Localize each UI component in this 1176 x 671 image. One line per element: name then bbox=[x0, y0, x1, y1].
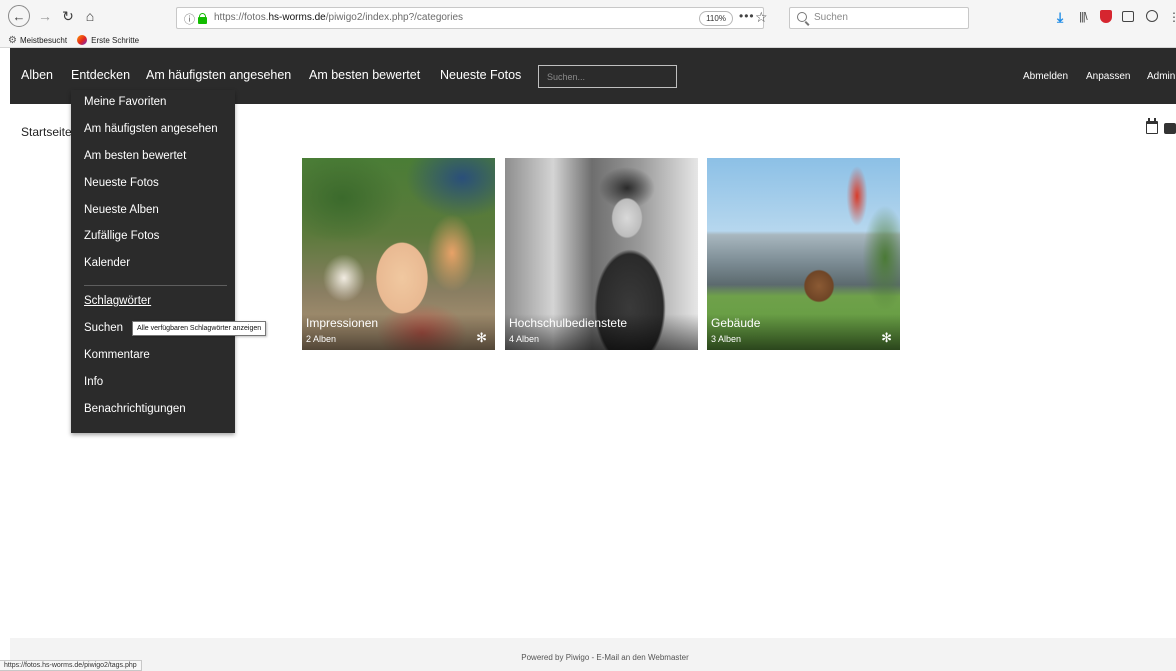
url-prefix: https://fotos. bbox=[214, 12, 269, 23]
album-name[interactable]: Gebäude bbox=[711, 316, 760, 330]
dropdown-item-info[interactable]: Info bbox=[84, 376, 103, 388]
album-count: 4 Alben bbox=[509, 334, 540, 344]
library-icon[interactable]: |||\ bbox=[1079, 9, 1088, 25]
customize-link[interactable]: Anpassen bbox=[1086, 71, 1130, 82]
album-count: 2 Alben bbox=[306, 334, 337, 344]
asterisk-icon: ✻ bbox=[881, 330, 892, 345]
dropdown-divider bbox=[84, 285, 227, 286]
camera-icon[interactable] bbox=[1164, 123, 1176, 134]
album-name[interactable]: Impressionen bbox=[306, 316, 378, 330]
album-thumbnail-hochschulbedienstete[interactable]: Hochschulbedienstete 4 Alben bbox=[505, 158, 698, 350]
page-actions-icon[interactable]: ••• bbox=[739, 9, 755, 23]
info-icon[interactable]: ⓘ bbox=[184, 11, 195, 27]
asterisk-icon: ✻ bbox=[476, 330, 487, 345]
browser-toolbar: ← → ↻ ⌂ ⓘ https://fotos.hs-worms.de/piwi… bbox=[0, 0, 1176, 48]
url-host: hs-worms.de bbox=[268, 12, 326, 23]
bookmarks-bar: ⚙ Meistbesucht Erste Schritte bbox=[8, 34, 139, 46]
album-count: 3 Alben bbox=[711, 334, 742, 344]
dropdown-item-am-haeufigsten-angesehen[interactable]: Am häufigsten angesehen bbox=[84, 123, 218, 135]
menu-icon[interactable]: ⋮ bbox=[1168, 9, 1176, 25]
bookmark-erste-schritte[interactable]: Erste Schritte bbox=[91, 36, 139, 45]
search-icon bbox=[797, 12, 807, 22]
url-text[interactable]: https://fotos.hs-worms.de/piwigo2/index.… bbox=[214, 12, 463, 23]
footer: Powered by Piwigo - E-Mail an den Webmas… bbox=[10, 638, 1176, 671]
browser-search-input[interactable]: Suchen bbox=[789, 7, 969, 29]
album-thumbnail-gebaeude[interactable]: Gebäude 3 Alben ✻ bbox=[707, 158, 900, 350]
menu-item-am-besten-bewertet[interactable]: Am besten bewertet bbox=[309, 68, 420, 82]
discover-dropdown-menu: Meine Favoriten Am häufigsten angesehen … bbox=[71, 90, 235, 433]
dropdown-item-kalender[interactable]: Kalender bbox=[84, 257, 130, 269]
tooltip: Alle verfügbaren Schlagwörter anzeigen bbox=[132, 321, 267, 336]
album-caption: Hochschulbedienstete 4 Alben bbox=[505, 314, 698, 350]
dropdown-item-neueste-fotos[interactable]: Neueste Fotos bbox=[84, 177, 159, 189]
menu-item-neueste-fotos[interactable]: Neueste Fotos bbox=[440, 68, 521, 82]
status-bar-url: https://fotos.hs-worms.de/piwigo2/tags.p… bbox=[0, 660, 142, 671]
album-caption: Impressionen 2 Alben ✻ bbox=[302, 314, 495, 350]
url-path: /piwigo2/index.php?/categories bbox=[325, 12, 464, 23]
footer-text[interactable]: Powered by Piwigo - E-Mail an den Webmas… bbox=[10, 653, 1176, 662]
admin-link[interactable]: Admin bbox=[1147, 71, 1175, 82]
dropdown-item-suchen[interactable]: Suchen bbox=[84, 322, 123, 334]
album-name[interactable]: Hochschulbedienstete bbox=[509, 316, 627, 330]
menu-item-alben[interactable]: Alben bbox=[21, 68, 53, 82]
logout-link[interactable]: Abmelden bbox=[1023, 71, 1068, 82]
dropdown-item-neueste-alben[interactable]: Neueste Alben bbox=[84, 204, 159, 216]
menu-item-am-haeufigsten-angesehen[interactable]: Am häufigsten angesehen bbox=[146, 68, 291, 82]
dropdown-item-am-besten-bewertet[interactable]: Am besten bewertet bbox=[84, 150, 186, 162]
back-arrow-icon[interactable]: ← bbox=[8, 5, 30, 27]
site-search-box bbox=[538, 65, 677, 88]
menu-item-entdecken[interactable]: Entdecken bbox=[71, 68, 130, 82]
dropdown-item-meine-favoriten[interactable]: Meine Favoriten bbox=[84, 96, 166, 108]
browser-search-placeholder: Suchen bbox=[814, 12, 848, 23]
sidebar-icon[interactable] bbox=[1122, 11, 1134, 22]
address-bar[interactable]: ⓘ https://fotos.hs-worms.de/piwigo2/inde… bbox=[176, 7, 768, 29]
bookmark-meistbesucht[interactable]: Meistbesucht bbox=[20, 36, 67, 45]
calendar-icon[interactable] bbox=[1146, 118, 1158, 134]
firefox-icon bbox=[77, 35, 88, 45]
zoom-level-badge[interactable]: 110% bbox=[699, 11, 733, 26]
bookmark-star-icon[interactable]: ☆ bbox=[755, 9, 768, 26]
download-icon[interactable]: ⤓ bbox=[1057, 9, 1063, 25]
dropdown-item-zufaellige-fotos[interactable]: Zufällige Fotos bbox=[84, 230, 159, 242]
dropdown-item-kommentare[interactable]: Kommentare bbox=[84, 349, 150, 361]
site-search-input[interactable] bbox=[539, 66, 676, 87]
dropdown-item-schlagwoerter[interactable]: Schlagwörter bbox=[84, 295, 151, 307]
breadcrumb[interactable]: Startseite bbox=[21, 125, 72, 139]
home-icon[interactable]: ⌂ bbox=[81, 6, 99, 26]
dropdown-item-benachrichtigungen[interactable]: Benachrichtigungen bbox=[84, 403, 186, 415]
gear-icon: ⚙ bbox=[8, 34, 17, 46]
extension-icon[interactable] bbox=[1146, 10, 1158, 22]
album-thumbnail-impressionen[interactable]: Impressionen 2 Alben ✻ bbox=[302, 158, 495, 350]
forward-arrow-icon[interactable]: → bbox=[37, 6, 53, 26]
shield-icon[interactable] bbox=[1100, 10, 1112, 23]
album-caption: Gebäude 3 Alben ✻ bbox=[707, 314, 900, 350]
reload-icon[interactable]: ↻ bbox=[59, 6, 77, 26]
lock-icon[interactable] bbox=[198, 13, 207, 24]
